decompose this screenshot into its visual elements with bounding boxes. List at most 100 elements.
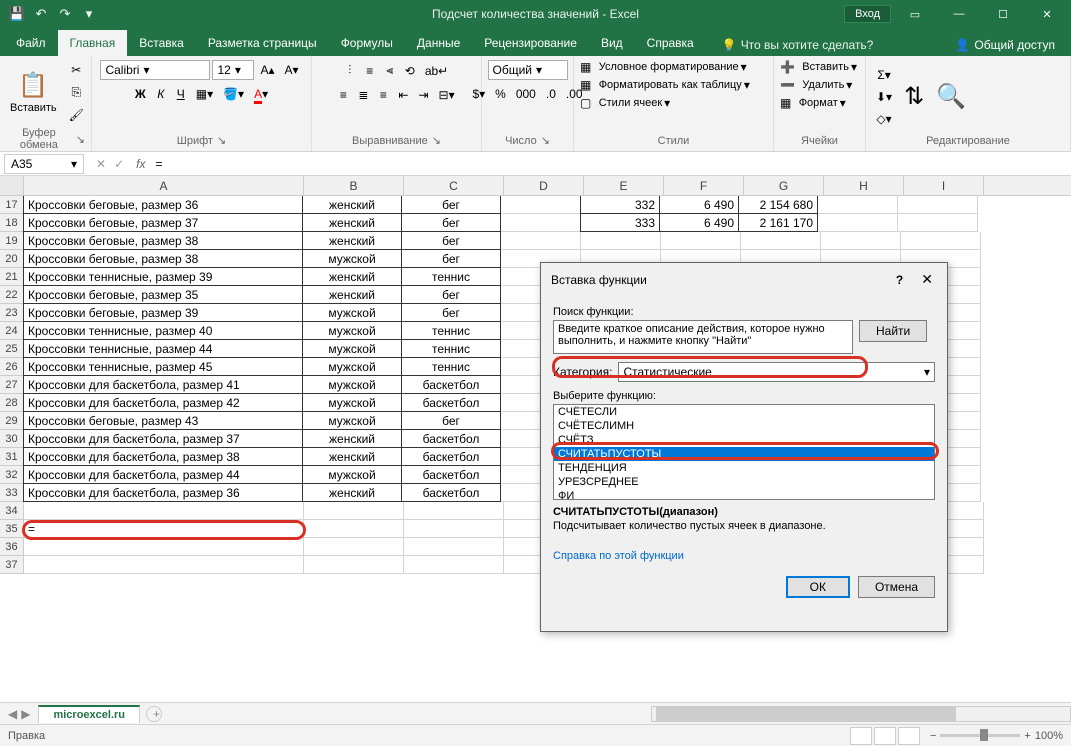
column-header[interactable]: F (664, 176, 744, 195)
column-header[interactable]: G (744, 176, 824, 195)
page-layout-view-icon[interactable] (874, 727, 896, 745)
zoom-slider[interactable] (940, 734, 1020, 737)
cell[interactable]: 333 (580, 213, 660, 232)
cell[interactable]: Кроссовки теннисные, размер 45 (23, 357, 303, 376)
increase-font-icon[interactable]: A▴ (256, 60, 278, 80)
comma-icon[interactable]: 000 (512, 84, 540, 104)
cell[interactable]: бег (401, 231, 501, 250)
row-header[interactable]: 29 (0, 412, 24, 430)
tab-file[interactable]: Файл (4, 30, 58, 56)
cell[interactable]: теннис (401, 267, 501, 286)
function-list[interactable]: СЧЁТЕСЛИСЧЁТЕСЛИМНСЧЁТЗСЧИТАТЬПУСТОТЫТЕН… (553, 404, 935, 500)
search-function-input[interactable]: Введите краткое описание действия, котор… (553, 320, 853, 354)
cell[interactable]: Кроссовки беговые, размер 36 (23, 195, 303, 214)
cell[interactable]: женский (302, 231, 402, 250)
row-header[interactable]: 28 (0, 394, 24, 412)
tell-me-field[interactable]: 💡 Что вы хотите сделать? (714, 34, 882, 56)
clear-icon[interactable]: ◇▾ (872, 109, 896, 129)
column-header[interactable]: A (24, 176, 304, 195)
cell[interactable]: мужской (302, 321, 402, 340)
cell[interactable] (304, 520, 404, 538)
row-header[interactable]: 26 (0, 358, 24, 376)
sheet-nav-prev-icon[interactable]: ◀ (8, 707, 17, 721)
cell[interactable] (404, 502, 504, 520)
cell[interactable]: мужской (302, 411, 402, 430)
delete-cells-button[interactable]: ➖ Удалить▾ (780, 78, 852, 92)
cell[interactable]: бег (401, 213, 501, 232)
cell[interactable] (304, 556, 404, 574)
dialog-launcher-icon[interactable]: ↘ (217, 134, 226, 147)
align-center-icon[interactable]: ≣ (354, 85, 372, 105)
bold-button[interactable]: Ж (131, 84, 150, 104)
cell[interactable]: мужской (302, 465, 402, 484)
zoom-level[interactable]: 100% (1035, 730, 1063, 742)
dialog-help-icon[interactable]: ? (896, 273, 903, 287)
cell[interactable]: бег (401, 195, 501, 214)
tab-home[interactable]: Главная (58, 30, 128, 56)
cell[interactable]: женский (302, 429, 402, 448)
cancel-formula-icon[interactable]: ✕ (96, 157, 106, 171)
underline-button[interactable]: Ч (172, 84, 190, 104)
cell[interactable] (818, 196, 898, 214)
font-name-combo[interactable]: Calibri▾ (100, 60, 210, 80)
tab-review[interactable]: Рецензирование (472, 30, 589, 56)
cell[interactable] (661, 232, 741, 250)
normal-view-icon[interactable] (850, 727, 872, 745)
cell[interactable] (24, 556, 304, 574)
ok-button[interactable]: ОК (786, 576, 850, 598)
row-header[interactable]: 37 (0, 556, 24, 574)
cell[interactable]: Кроссовки беговые, размер 37 (23, 213, 303, 232)
cell[interactable]: 332 (580, 195, 660, 214)
cell[interactable] (818, 214, 898, 232)
align-middle-icon[interactable]: ≡ (361, 61, 379, 81)
enter-formula-icon[interactable]: ✓ (114, 157, 124, 171)
find-button[interactable]: Найти (859, 320, 927, 342)
cell[interactable]: Кроссовки для баскетбола, размер 37 (23, 429, 303, 448)
page-break-view-icon[interactable] (898, 727, 920, 745)
name-box[interactable]: A35▾ (4, 154, 84, 174)
dialog-launcher-icon[interactable]: ↘ (76, 133, 85, 146)
cell[interactable] (821, 232, 901, 250)
cell[interactable] (304, 538, 404, 556)
add-sheet-icon[interactable]: + (146, 706, 162, 722)
cell[interactable]: Кроссовки для баскетбола, размер 36 (23, 483, 303, 502)
cell[interactable]: женский (302, 195, 402, 214)
autosum-icon[interactable]: Σ▾ (872, 65, 896, 85)
format-cells-button[interactable]: ▦ Формат▾ (780, 96, 846, 110)
font-color-icon[interactable]: A▾ (250, 84, 272, 104)
wrap-text-icon[interactable]: ab↵ (421, 61, 452, 81)
cell[interactable] (501, 232, 581, 250)
select-all-corner[interactable] (0, 176, 24, 195)
cut-icon[interactable]: ✂ (65, 60, 88, 80)
cell[interactable]: бег (401, 285, 501, 304)
cell[interactable]: мужской (302, 375, 402, 394)
cell[interactable]: бег (401, 249, 501, 268)
dialog-launcher-icon[interactable]: ↘ (432, 134, 441, 147)
sheet-nav-next-icon[interactable]: ▶ (21, 707, 30, 721)
row-header[interactable]: 30 (0, 430, 24, 448)
paste-button[interactable]: 📋 Вставить (6, 69, 61, 116)
cond-format-button[interactable]: ▦ Условное форматирование▾ (580, 60, 747, 74)
ribbon-options-icon[interactable]: ▭ (895, 0, 935, 28)
cell[interactable]: Кроссовки для баскетбола, размер 38 (23, 447, 303, 466)
cell[interactable]: Кроссовки беговые, размер 38 (23, 249, 303, 268)
cell-styles-button[interactable]: ▢ Стили ячеек▾ (580, 96, 670, 110)
fill-color-icon[interactable]: 🪣▾ (219, 84, 248, 104)
row-header[interactable]: 20 (0, 250, 24, 268)
font-size-combo[interactable]: 12▾ (212, 60, 254, 80)
merge-icon[interactable]: ⊟▾ (435, 85, 459, 105)
zoom-in-icon[interactable]: + (1024, 730, 1030, 742)
cell[interactable]: теннис (401, 321, 501, 340)
close-icon[interactable]: ✕ (1027, 0, 1067, 28)
dialog-close-icon[interactable]: ✕ (917, 271, 937, 288)
login-button[interactable]: Вход (844, 5, 891, 23)
row-header[interactable]: 31 (0, 448, 24, 466)
category-select[interactable]: Статистические▾ (618, 362, 935, 382)
dialog-launcher-icon[interactable]: ↘ (541, 134, 550, 147)
cell[interactable]: Кроссовки теннисные, размер 40 (23, 321, 303, 340)
cell[interactable]: баскетбол (401, 393, 501, 412)
cell[interactable]: 6 490 (659, 213, 739, 232)
border-icon[interactable]: ▦▾ (192, 84, 217, 104)
cell[interactable]: мужской (302, 303, 402, 322)
row-header[interactable]: 24 (0, 322, 24, 340)
